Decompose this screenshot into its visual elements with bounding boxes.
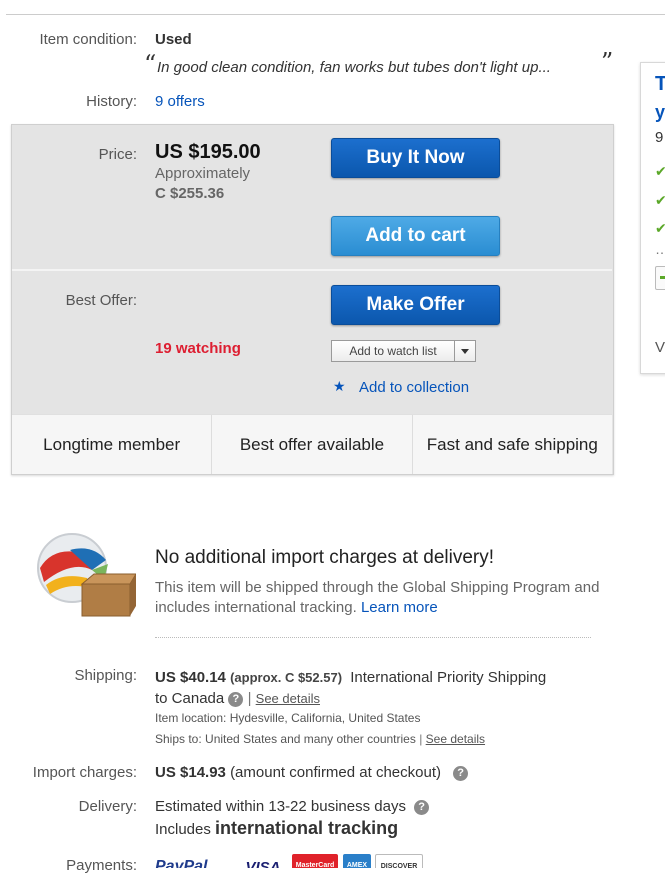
- help-icon[interactable]: ?: [414, 799, 430, 815]
- chevron-down-icon: [461, 348, 469, 354]
- ships-to-label: Ships to:: [155, 732, 202, 746]
- add-to-cart-button[interactable]: Add to cart: [331, 216, 500, 256]
- condition-label: Item condition:: [39, 31, 137, 48]
- shipping-amount: US $40.14: [155, 669, 226, 686]
- seller-card-title[interactable]: T: [655, 73, 665, 96]
- open-quote-icon: “: [144, 50, 157, 78]
- import-charges-label: Import charges:: [32, 764, 137, 781]
- gsp-description: This item will be shipped through the Gl…: [155, 578, 600, 618]
- seller-card-score: 9: [655, 129, 664, 146]
- close-quote-icon: ”: [601, 48, 614, 76]
- visa-logo: VISA: [245, 858, 281, 869]
- watch-list-control[interactable]: Add to watch list: [331, 340, 476, 362]
- follow-seller-button[interactable]: [655, 266, 665, 290]
- shipping-approx: (approx. C $52.57): [230, 670, 343, 685]
- item-location-label: Item location:: [155, 711, 227, 725]
- delivery-tracking: international tracking: [215, 818, 399, 838]
- delivery-estimate-row: Estimated within 13-22 business days ?: [155, 798, 430, 815]
- add-to-collection-link[interactable]: Add to collection: [359, 379, 469, 396]
- delivery-includes: Includes: [155, 821, 211, 838]
- price-label: Price:: [98, 146, 137, 163]
- feature-fast-shipping: Fast and safe shipping: [426, 434, 598, 454]
- shipping-service: International Priority Shipping: [350, 669, 547, 686]
- check-icon: ✔: [655, 220, 665, 236]
- seller-card-footer[interactable]: V: [655, 339, 665, 356]
- discover-logo: DISCOVER: [375, 854, 423, 868]
- features-bar: Longtime member Best offer available Fas…: [12, 414, 612, 474]
- help-icon[interactable]: ?: [453, 765, 469, 781]
- star-icon: ★: [333, 378, 346, 394]
- price-approx-label: Approximately: [155, 165, 251, 182]
- gsp-title: No additional import charges at delivery…: [155, 547, 495, 568]
- mastercard-logo: MasterCard: [292, 854, 338, 868]
- condition-note: In good clean condition, fan works but t…: [157, 59, 551, 76]
- buy-it-now-button[interactable]: Buy It Now: [331, 138, 500, 178]
- amex-logo: AMEX: [343, 854, 371, 868]
- condition-value: Used: [155, 31, 192, 48]
- shipping-destination: to Canada: [155, 690, 225, 707]
- ships-to-value: United States and many other countries: [205, 732, 416, 746]
- feature-longtime-member: Longtime member: [12, 415, 213, 474]
- import-charges-note: (amount confirmed at checkout): [230, 764, 441, 781]
- delivery-estimate: Estimated within 13-22 business days: [155, 798, 406, 815]
- check-icon: ✔: [655, 163, 665, 179]
- import-charges-row: US $14.93 (amount confirmed at checkout)…: [155, 764, 469, 781]
- ships-to-row: Ships to: United States and many other c…: [155, 732, 486, 746]
- import-charges-amount: US $14.93: [155, 764, 226, 781]
- ellipsis-icon: …: [655, 241, 665, 257]
- price-approx-value: C $255.36: [155, 185, 225, 202]
- shipping-label: Shipping:: [74, 667, 137, 684]
- price-amount: US $195.00: [155, 141, 261, 163]
- item-location-value: Hydesville, California, United States: [229, 711, 421, 725]
- delivery-tracking-row: Includes international tracking: [155, 818, 398, 839]
- feature-best-offer: Best offer available: [212, 415, 413, 474]
- paypal-logo: PayPal: [155, 858, 208, 868]
- see-details-link-2[interactable]: See details: [426, 732, 485, 746]
- watching-count: 19 watching: [155, 340, 241, 357]
- item-location-row: Item location: Hydesville, California, U…: [155, 711, 420, 725]
- dotted-divider: [155, 637, 591, 638]
- history-offers-link[interactable]: 9 offers: [155, 93, 205, 110]
- help-icon[interactable]: ?: [228, 691, 244, 707]
- make-offer-button[interactable]: Make Offer: [331, 285, 500, 325]
- see-details-link[interactable]: See details: [256, 691, 320, 706]
- add-to-watch-list-button[interactable]: Add to watch list: [332, 341, 455, 361]
- delivery-label: Delivery:: [78, 798, 137, 815]
- seller-card: T y 9 ✔ ✔ ✔ … V: [640, 62, 665, 374]
- check-icon: ✔: [655, 192, 665, 208]
- learn-more-link[interactable]: Learn more: [361, 599, 438, 616]
- top-divider: [6, 14, 665, 15]
- price-box-divider: [12, 269, 612, 271]
- history-label: History:: [86, 93, 137, 110]
- shipping-details: US $40.14 (approx. C $52.57) Internation…: [155, 669, 547, 707]
- payment-logos: PayPal VISA MasterCard AMEX DISCOVER: [155, 852, 425, 868]
- seller-card-name[interactable]: y: [655, 102, 665, 123]
- global-shipping-icon: [32, 530, 137, 620]
- best-offer-label: Best Offer:: [65, 292, 137, 309]
- watch-list-dropdown[interactable]: [455, 341, 475, 361]
- payments-label: Payments:: [66, 857, 137, 874]
